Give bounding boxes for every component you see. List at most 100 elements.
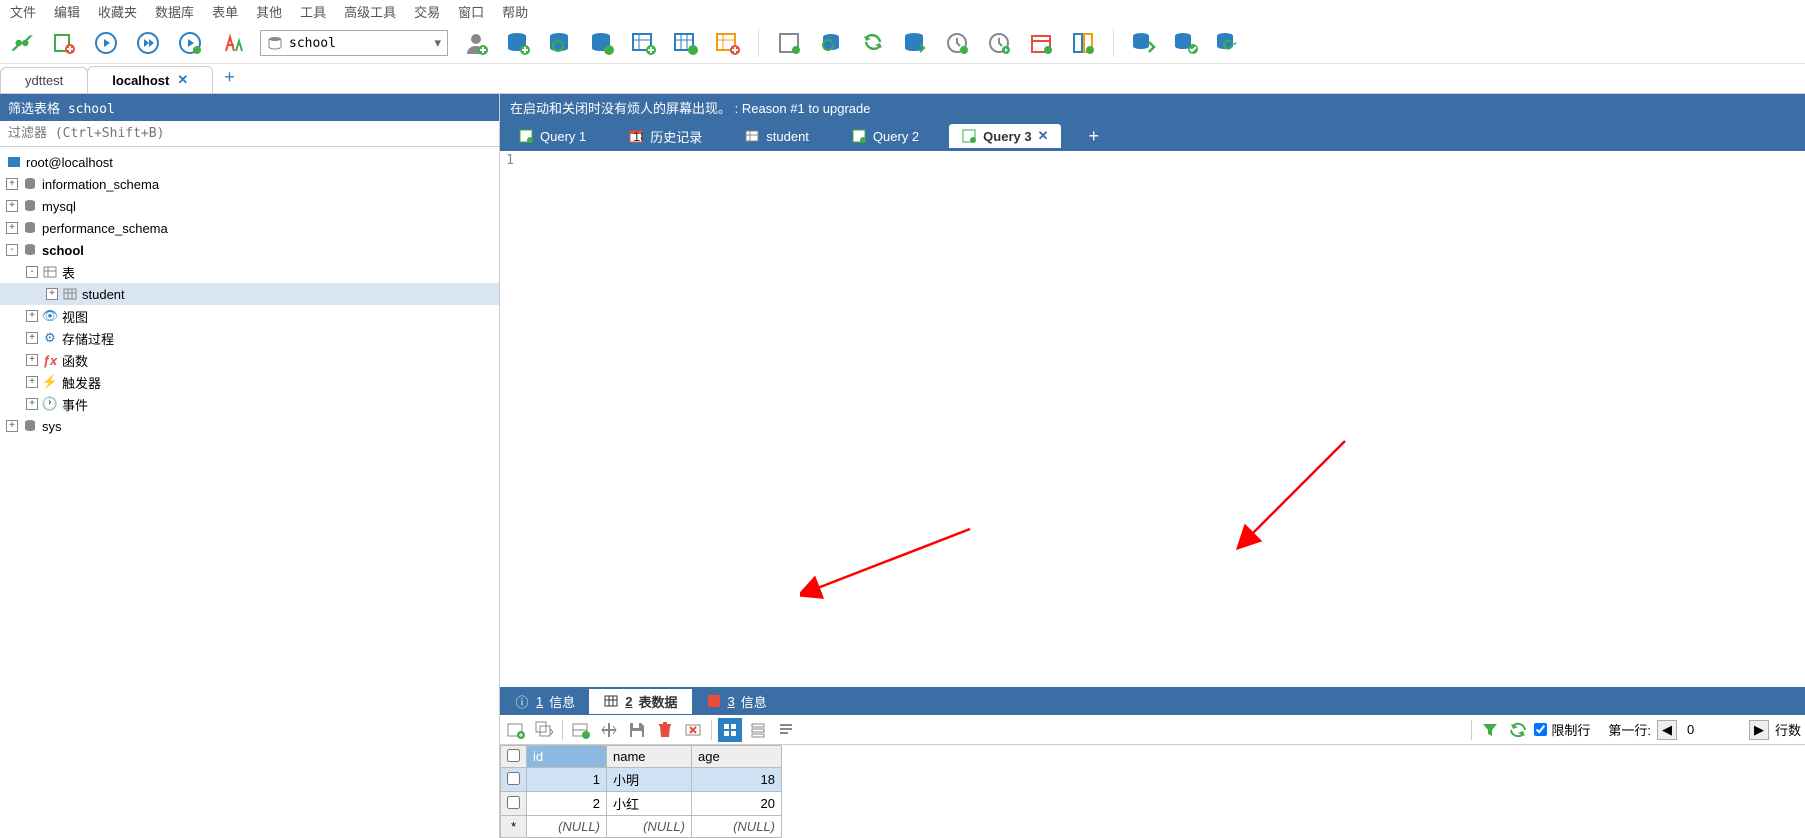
cell-age[interactable]: 20 xyxy=(692,792,782,816)
tree-triggers-folder[interactable]: + ⚡ 触发器 xyxy=(0,371,499,393)
sync-icon[interactable] xyxy=(859,29,887,57)
table-insert-icon[interactable] xyxy=(714,29,742,57)
close-icon[interactable]: ✕ xyxy=(1038,128,1049,144)
expand-icon[interactable]: + xyxy=(26,332,38,344)
first-row-input[interactable] xyxy=(1683,720,1743,739)
format-icon[interactable] xyxy=(218,29,246,57)
select-all-checkbox[interactable] xyxy=(501,746,527,768)
split-icon[interactable] xyxy=(597,718,621,742)
new-connection-button[interactable]: + xyxy=(212,62,247,93)
expand-icon[interactable]: + xyxy=(6,420,18,432)
menu-database[interactable]: 数据库 xyxy=(155,2,194,21)
delete-icon[interactable] xyxy=(653,718,677,742)
menu-other[interactable]: 其他 xyxy=(256,2,282,21)
tool-2-icon[interactable] xyxy=(817,29,845,57)
connect-icon[interactable] xyxy=(8,29,36,57)
cell-id[interactable]: 1 xyxy=(527,768,607,792)
cell-name[interactable]: 小明 xyxy=(607,768,692,792)
menu-edit[interactable]: 编辑 xyxy=(54,2,80,21)
expand-icon[interactable]: + xyxy=(6,200,18,212)
calendar-icon[interactable] xyxy=(1027,29,1055,57)
conn-tab-ydttest[interactable]: ydttest xyxy=(0,67,88,93)
menu-table[interactable]: 表单 xyxy=(212,2,238,21)
query-tab-1[interactable]: Query 1 xyxy=(506,124,598,148)
execute-refresh-icon[interactable] xyxy=(176,29,204,57)
save-icon[interactable] xyxy=(625,718,649,742)
menu-help[interactable]: 帮助 xyxy=(502,2,528,21)
insert-row-icon[interactable] xyxy=(569,718,593,742)
column-id[interactable]: id xyxy=(527,746,607,768)
cell-age[interactable]: 18 xyxy=(692,768,782,792)
collapse-icon[interactable]: - xyxy=(6,244,18,256)
db-add-icon[interactable] xyxy=(504,29,532,57)
menu-window[interactable]: 窗口 xyxy=(458,2,484,21)
add-row-icon[interactable] xyxy=(504,718,528,742)
tree-table-student[interactable]: + student xyxy=(0,283,499,305)
table-add-icon[interactable] xyxy=(630,29,658,57)
menu-tools[interactable]: 工具 xyxy=(300,2,326,21)
tree-procs-folder[interactable]: + ⚙ 存储过程 xyxy=(0,327,499,349)
result-tab-info2[interactable]: 3 信息 xyxy=(692,689,781,714)
tree-tables-folder[interactable]: - 表 xyxy=(0,261,499,283)
row-checkbox[interactable] xyxy=(501,792,527,816)
tree-db-mysql[interactable]: + mysql xyxy=(0,195,499,217)
view-text-icon[interactable] xyxy=(774,718,798,742)
clock-play-icon[interactable] xyxy=(985,29,1013,57)
query-tab-history[interactable]: 18历史记录 xyxy=(616,123,714,150)
db-refresh-icon[interactable] xyxy=(546,29,574,57)
tool-1-icon[interactable] xyxy=(775,29,803,57)
query-tab-2[interactable]: Query 2 xyxy=(839,124,931,148)
query-tab-student[interactable]: student xyxy=(732,124,821,148)
tree-root[interactable]: root@localhost xyxy=(0,151,499,173)
expand-icon[interactable]: + xyxy=(26,398,38,410)
cell-null[interactable]: (NULL) xyxy=(527,816,607,838)
db-check-icon[interactable] xyxy=(1172,29,1200,57)
db-arrow-icon[interactable] xyxy=(1130,29,1158,57)
result-tab-info1[interactable]: ⓘ1 信息 xyxy=(500,689,589,714)
menu-file[interactable]: 文件 xyxy=(10,2,36,21)
tree-functions-folder[interactable]: + ƒx 函数 xyxy=(0,349,499,371)
column-name[interactable]: name xyxy=(607,746,692,768)
sql-editor[interactable]: 1 xyxy=(500,151,1805,687)
tree-events-folder[interactable]: + 🕐 事件 xyxy=(0,393,499,415)
user-icon[interactable] xyxy=(462,29,490,57)
cancel-icon[interactable] xyxy=(681,718,705,742)
row-checkbox[interactable] xyxy=(501,768,527,792)
next-page-button[interactable]: ▶ xyxy=(1749,720,1769,740)
tree-views-folder[interactable]: + 👁 视图 xyxy=(0,305,499,327)
limit-rows-input[interactable] xyxy=(1534,723,1547,736)
expand-icon[interactable]: + xyxy=(26,376,38,388)
tree-db-school[interactable]: - school xyxy=(0,239,499,261)
expand-icon[interactable]: + xyxy=(6,178,18,190)
new-query-tab-button[interactable]: + xyxy=(1079,126,1110,147)
menu-advanced[interactable]: 高级工具 xyxy=(344,2,396,21)
duplicate-row-icon[interactable] xyxy=(532,718,556,742)
column-age[interactable]: age xyxy=(692,746,782,768)
cell-null[interactable]: (NULL) xyxy=(692,816,782,838)
expand-icon[interactable]: + xyxy=(6,222,18,234)
execute-icon[interactable] xyxy=(92,29,120,57)
cell-null[interactable]: (NULL) xyxy=(607,816,692,838)
new-query-icon[interactable] xyxy=(50,29,78,57)
data-grid[interactable]: id name age 1 小明 18 2 小红 20 * xyxy=(500,745,1805,838)
database-selector[interactable]: school ▾ xyxy=(260,30,448,56)
conn-tab-localhost[interactable]: localhost ✕ xyxy=(87,66,213,93)
db-sync-icon[interactable] xyxy=(1214,29,1242,57)
view-form-icon[interactable] xyxy=(746,718,770,742)
db-action-icon[interactable] xyxy=(588,29,616,57)
db-export-icon[interactable] xyxy=(901,29,929,57)
menu-transaction[interactable]: 交易 xyxy=(414,2,440,21)
grid-row[interactable]: 1 小明 18 xyxy=(501,768,782,792)
refresh-icon[interactable] xyxy=(1506,718,1530,742)
prev-page-button[interactable]: ◀ xyxy=(1657,720,1677,740)
filter-icon[interactable] xyxy=(1478,718,1502,742)
filter-input[interactable] xyxy=(0,121,499,147)
menu-fav[interactable]: 收藏夹 xyxy=(98,2,137,21)
collapse-icon[interactable]: - xyxy=(26,266,38,278)
cell-id[interactable]: 2 xyxy=(527,792,607,816)
query-tab-3[interactable]: Query 3✕ xyxy=(949,124,1060,148)
clock-add-icon[interactable] xyxy=(943,29,971,57)
view-grid-icon[interactable] xyxy=(718,718,742,742)
grid-row[interactable]: 2 小红 20 xyxy=(501,792,782,816)
tree-db-sys[interactable]: + sys xyxy=(0,415,499,437)
